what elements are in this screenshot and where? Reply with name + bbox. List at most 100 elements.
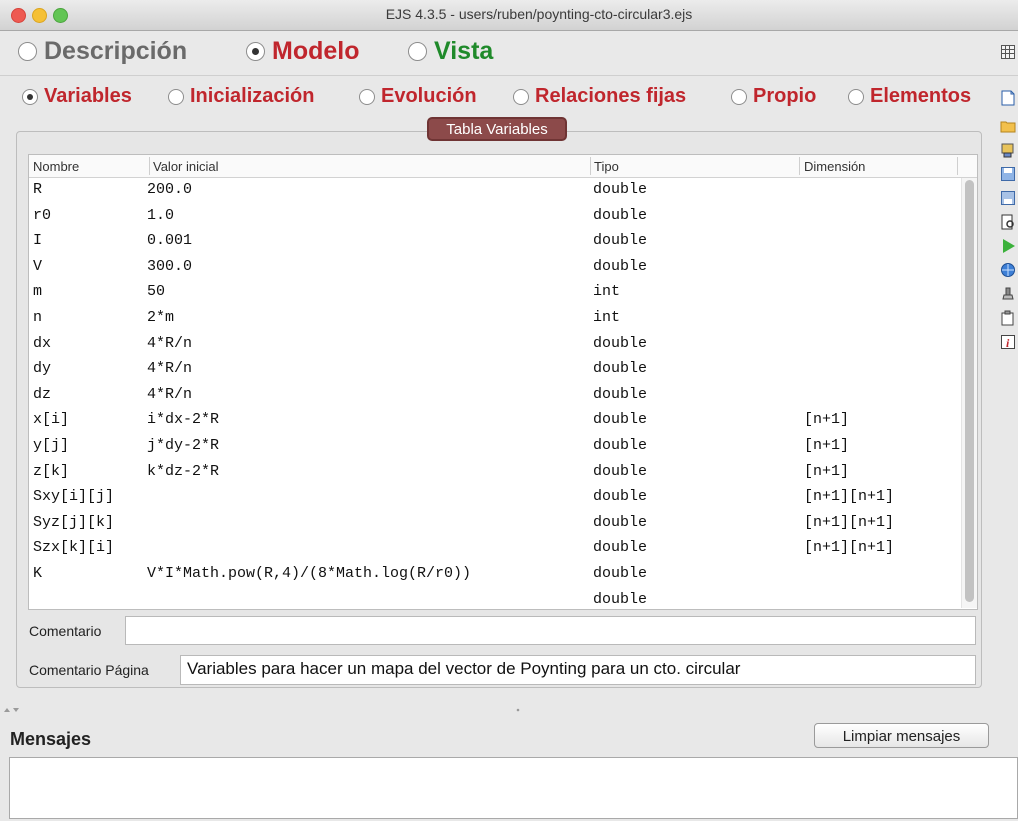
tab-elementos[interactable]: Elementos [848, 85, 971, 108]
radio-evolucion[interactable] [359, 88, 375, 105]
cell-value[interactable]: 50 [147, 283, 165, 300]
clipboard-icon[interactable] [1000, 310, 1016, 326]
cell-type[interactable]: double [593, 437, 647, 454]
radio-propio[interactable] [731, 88, 747, 105]
cell-name[interactable]: Szx[k][i] [33, 539, 114, 556]
clear-messages-button[interactable]: Limpiar mensajes [814, 723, 989, 748]
cell-dimension[interactable]: [n+1] [804, 411, 849, 428]
table-row[interactable]: K V*I*Math.pow(R,4)/(8*Math.log(R/r0)) dou… [29, 562, 959, 588]
comment-field[interactable] [125, 616, 976, 645]
cell-value[interactable]: k*dz-2*R [147, 463, 219, 480]
cell-type[interactable]: double [593, 463, 647, 480]
column-separator[interactable] [149, 157, 150, 175]
cell-type[interactable]: double [593, 360, 647, 377]
column-separator[interactable] [799, 157, 800, 175]
cell-name[interactable]: Sxy[i][j] [33, 488, 114, 505]
page-comment-field[interactable]: Variables para hacer un mapa del vector … [180, 655, 976, 685]
save-icon[interactable] [1000, 166, 1016, 182]
table-row[interactable]: r0 1.0 double [29, 204, 959, 230]
column-header-tipo[interactable]: Tipo [594, 159, 619, 174]
table-row[interactable]: z[k] k*dz-2*R double [n+1] [29, 460, 959, 486]
table-row[interactable]: dx 4*R/n double [29, 332, 959, 358]
table-row[interactable]: double [29, 588, 959, 610]
tab-propio[interactable]: Propio [731, 85, 816, 108]
cell-type[interactable]: double [593, 488, 647, 505]
cell-type[interactable]: double [593, 514, 647, 531]
cell-value[interactable]: 200.0 [147, 181, 192, 198]
cell-name[interactable]: R [33, 181, 42, 198]
column-header-dimension[interactable]: Dimensión [804, 159, 865, 174]
cell-type[interactable]: double [593, 207, 647, 224]
cell-value[interactable]: 4*R/n [147, 335, 192, 352]
table-row[interactable]: n 2*m int [29, 306, 959, 332]
cell-name[interactable]: dy [33, 360, 51, 377]
cell-value[interactable]: i*dx-2*R [147, 411, 219, 428]
cell-type[interactable]: int [593, 283, 620, 300]
cell-dimension[interactable]: [n+1] [804, 463, 849, 480]
cell-type[interactable]: double [593, 258, 647, 275]
column-header-nombre[interactable]: Nombre [33, 159, 79, 174]
cell-name[interactable]: V [33, 258, 42, 275]
new-doc-icon[interactable] [1000, 90, 1016, 106]
table-row[interactable]: V 300.0 double [29, 255, 959, 281]
cell-value[interactable]: 300.0 [147, 258, 192, 275]
table-row[interactable]: x[i] i*dx-2*R double [n+1] [29, 408, 959, 434]
cell-name[interactable]: m [33, 283, 42, 300]
mode-vista[interactable]: Vista [408, 37, 493, 66]
cell-type[interactable]: double [593, 411, 647, 428]
cell-type[interactable]: double [593, 335, 647, 352]
table-row[interactable]: dz 4*R/n double [29, 383, 959, 409]
column-separator[interactable] [957, 157, 958, 175]
cell-name[interactable]: I [33, 232, 42, 249]
table-row[interactable]: m 50 int [29, 280, 959, 306]
cell-type[interactable]: double [593, 591, 647, 608]
cell-type[interactable]: double [593, 232, 647, 249]
cell-name[interactable]: dz [33, 386, 51, 403]
tab-evolucion[interactable]: Evolución [359, 85, 477, 108]
table-row[interactable]: Sxy[i][j] double [n+1][n+1] [29, 485, 959, 511]
messages-area[interactable] [9, 757, 1018, 819]
radio-modelo[interactable] [246, 42, 265, 61]
radio-variables[interactable] [22, 88, 38, 105]
cell-value[interactable]: j*dy-2*R [147, 437, 219, 454]
cell-name[interactable]: x[i] [33, 411, 69, 428]
table-row[interactable]: Szx[k][i] double [n+1][n+1] [29, 536, 959, 562]
cell-dimension[interactable]: [n+1][n+1] [804, 514, 894, 531]
cell-type[interactable]: double [593, 539, 647, 556]
tab-variables[interactable]: Variables [22, 85, 132, 108]
cell-name[interactable]: y[j] [33, 437, 69, 454]
column-separator[interactable] [590, 157, 591, 175]
table-row[interactable]: y[j] j*dy-2*R double [n+1] [29, 434, 959, 460]
table-row[interactable]: I 0.001 double [29, 229, 959, 255]
cell-type[interactable]: int [593, 309, 620, 326]
cell-name[interactable]: z[k] [33, 463, 69, 480]
mode-modelo[interactable]: Modelo [246, 37, 360, 66]
tab-tabla-variables[interactable]: Tabla Variables [427, 117, 567, 141]
radio-inicializacion[interactable] [168, 88, 184, 105]
cell-value[interactable]: 4*R/n [147, 386, 192, 403]
cell-value[interactable]: V*I*Math.pow(R,4)/(8*Math.log(R/r0)) [147, 565, 471, 582]
cell-name[interactable]: Syz[j][k] [33, 514, 114, 531]
cell-value[interactable]: 2*m [147, 309, 174, 326]
save-as-icon[interactable] [1000, 190, 1016, 206]
open-folder-icon[interactable] [1000, 118, 1016, 134]
cell-name[interactable]: dx [33, 335, 51, 352]
run-icon[interactable] [1000, 238, 1016, 254]
library-icon[interactable] [1000, 142, 1016, 158]
search-doc-icon[interactable] [1000, 214, 1016, 230]
cell-name[interactable]: K [33, 565, 42, 582]
table-row[interactable]: R 200.0 double [29, 178, 959, 204]
radio-relaciones-fijas[interactable] [513, 88, 529, 105]
radio-descripcion[interactable] [18, 42, 37, 61]
split-arrows-icon[interactable] [0, 700, 1018, 722]
cell-value[interactable]: 4*R/n [147, 360, 192, 377]
cell-name[interactable]: n [33, 309, 42, 326]
table-row[interactable]: dy 4*R/n double [29, 357, 959, 383]
radio-vista[interactable] [408, 42, 427, 61]
tab-inicializacion[interactable]: Inicialización [168, 85, 314, 108]
cell-dimension[interactable]: [n+1][n+1] [804, 539, 894, 556]
split-divider[interactable] [0, 700, 1018, 722]
cell-value[interactable]: 0.001 [147, 232, 192, 249]
scrollbar-thumb[interactable] [965, 180, 974, 602]
info-icon[interactable]: i [1000, 334, 1016, 350]
